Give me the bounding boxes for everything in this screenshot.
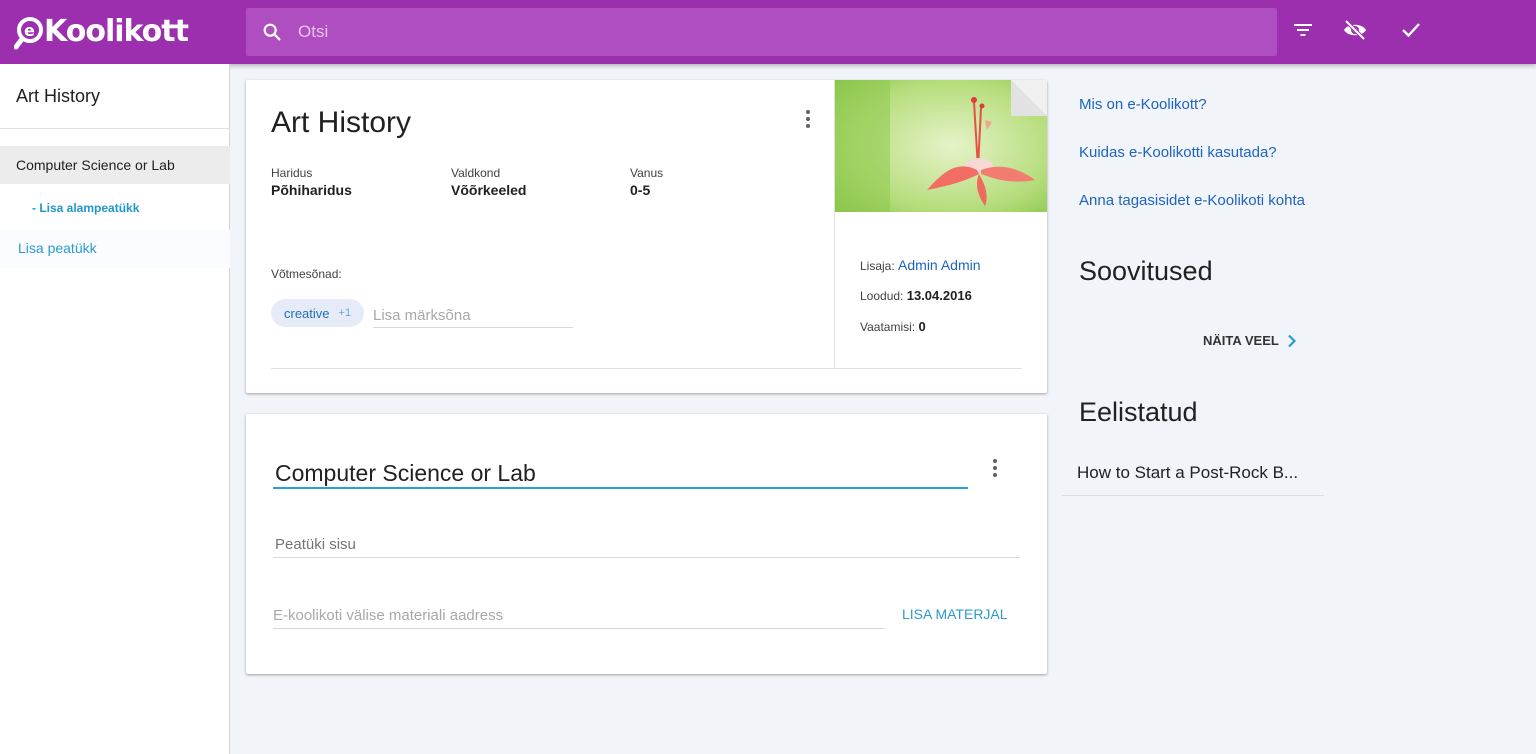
sidebar-item-chapter[interactable]: Computer Science or Lab (0, 146, 230, 184)
add-subchapter-link[interactable]: - Lisa alampeatükk (32, 201, 139, 215)
created-label: Loodud: (860, 289, 904, 303)
recommendations-heading: Soovitused (1079, 256, 1213, 286)
material-menu-button[interactable] (798, 107, 818, 131)
sidebar-divider (0, 128, 230, 129)
keyword-more-count: +1 (338, 307, 352, 319)
keyword-chip[interactable]: creative +1 (271, 299, 365, 327)
meta-value: Võõrkeeled (451, 182, 527, 198)
favorites-heading: Eelistatud (1079, 397, 1198, 427)
material-card: Art History Haridus Põhiharidus Valdkond… (246, 80, 1047, 393)
meta-label: Haridus (271, 166, 313, 180)
views-count: 0 (918, 319, 926, 334)
hide-button[interactable] (1339, 16, 1371, 48)
filter-icon (1293, 23, 1313, 42)
show-more-button[interactable]: NÄITA VEEL (1203, 333, 1297, 348)
top-app-bar: e Koolikott (0, 0, 1536, 64)
keyword-input[interactable] (373, 304, 573, 328)
link-how-to-use[interactable]: Kuidas e-Koolikotti kasutada? (1079, 144, 1277, 161)
views-label: Vaatamisi: (860, 320, 916, 334)
views-row: Vaatamisi: 0 (860, 319, 926, 334)
more-vert-icon (993, 459, 997, 463)
material-title: Art History (271, 106, 412, 139)
author-label: Lisaja: (860, 259, 895, 273)
keyword-chip-label: creative (284, 305, 330, 321)
show-more-label: NÄITA VEEL (1203, 333, 1279, 348)
check-icon (1401, 22, 1421, 43)
link-what-is[interactable]: Mis on e-Koolikott? (1079, 96, 1207, 113)
chapter-title-input[interactable] (273, 460, 968, 489)
material-url-input[interactable] (273, 603, 885, 629)
author-link[interactable]: Admin Admin (898, 257, 980, 273)
filter-button[interactable] (1287, 16, 1319, 48)
favorite-item[interactable]: How to Start a Post-Rock B... (1062, 450, 1324, 496)
meta-education: Haridus Põhiharidus (271, 166, 352, 198)
meta-age: Vanus 0-5 (630, 166, 663, 198)
search-bar[interactable] (246, 8, 1277, 56)
chapter-content-input[interactable] (273, 532, 1020, 558)
meta-domain: Valdkond Võõrkeeled (451, 166, 526, 198)
logo[interactable]: e Koolikott (13, 12, 189, 54)
add-material-button[interactable]: LISA MATERJAL (902, 606, 1008, 622)
chapter-menu-button[interactable] (985, 456, 1005, 480)
material-thumbnail[interactable] (835, 80, 1047, 212)
created-date: 13.04.2016 (906, 288, 972, 303)
sidebar: Art History Computer Science or Lab - Li… (0, 64, 230, 754)
meta-value: 0-5 (630, 182, 651, 198)
add-chapter-link[interactable]: Lisa peatükk (0, 230, 230, 268)
search-input[interactable] (298, 22, 1198, 42)
author-row: Lisaja: Admin Admin (860, 257, 981, 273)
confirm-button[interactable] (1395, 16, 1427, 48)
logo-magnifier-icon: e (13, 14, 52, 52)
more-vert-icon (806, 110, 810, 114)
keywords-label: Võtmesõnad: (271, 267, 342, 281)
meta-label: Valdkond (451, 166, 501, 180)
logo-prefix: e (24, 21, 35, 40)
meta-value: Põhiharidus (271, 182, 352, 198)
sidebar-title[interactable]: Art History (16, 86, 100, 107)
visibility-off-icon (1343, 19, 1367, 46)
logo-text: Koolikott (44, 13, 189, 49)
chevron-right-icon (1288, 334, 1296, 347)
search-icon (261, 21, 283, 43)
created-row: Loodud: 13.04.2016 (860, 288, 972, 303)
chapter-card: LISA MATERJAL (246, 414, 1047, 674)
meta-label: Vanus (630, 166, 664, 180)
link-feedback[interactable]: Anna tagasisidet e-Koolikoti kohta (1079, 192, 1305, 209)
card-bottom-divider (271, 368, 1022, 369)
